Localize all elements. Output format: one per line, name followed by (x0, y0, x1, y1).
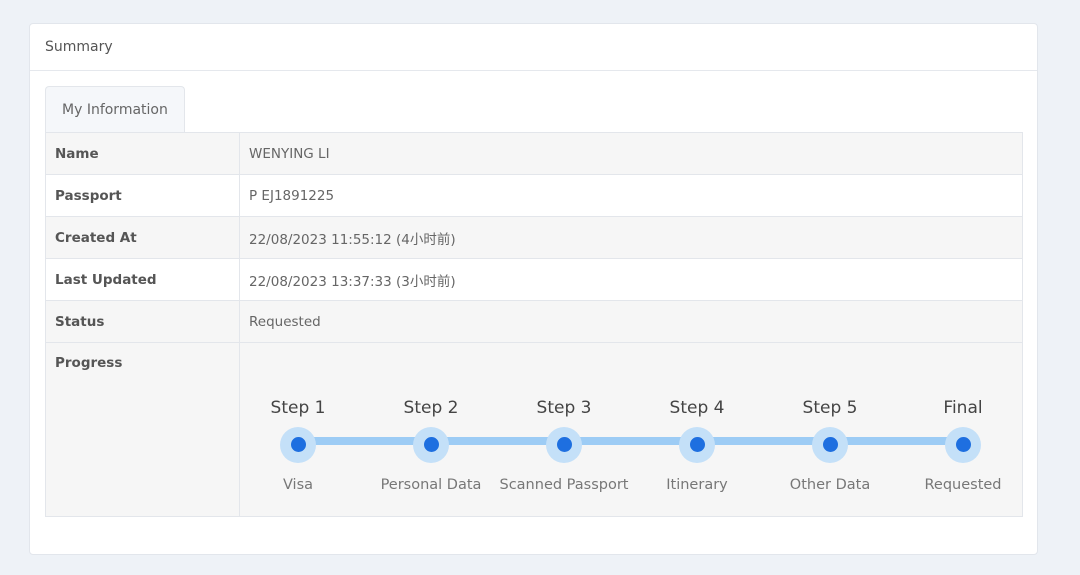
step-dot-icon[interactable] (413, 426, 449, 463)
step-description: Scanned Passport (499, 476, 629, 493)
step-title: Final (943, 397, 983, 418)
row-value-name: WENYING LI (239, 132, 1023, 175)
row-key: Progress (45, 342, 240, 517)
step-description: Other Data (789, 476, 871, 493)
table-row-created-at: Created At 22/08/2023 11:55:12 (4小时前) (45, 216, 1023, 259)
information-table: Name WENYING LI Passport P EJ1891225 Cre… (45, 132, 1023, 517)
step-description: Requested (924, 476, 1002, 493)
step-description: Personal Data (380, 476, 482, 493)
row-key: Status (45, 300, 240, 343)
step-dot-icon[interactable] (280, 426, 316, 463)
panel-heading: Summary (30, 24, 1037, 71)
step-dot-icon[interactable] (546, 426, 582, 463)
tab-bar: My Information (45, 86, 185, 132)
step-title: Step 5 (802, 397, 858, 418)
table-row-name: Name WENYING LI (45, 132, 1023, 175)
table-row-status: Status Requested (45, 300, 1023, 343)
row-value-status: Requested (239, 300, 1023, 343)
row-value-passport: P EJ1891225 (239, 174, 1023, 217)
step-title: Step 4 (669, 397, 725, 418)
row-key: Last Updated (45, 258, 240, 301)
step-title: Step 3 (536, 397, 592, 418)
step-title: Step 2 (403, 397, 459, 418)
row-value-last-updated: 22/08/2023 13:37:33 (3小时前) (239, 258, 1023, 301)
table-row-passport: Passport P EJ1891225 (45, 174, 1023, 217)
row-key: Name (45, 132, 240, 175)
progress-track (298, 436, 964, 445)
row-key: Created At (45, 216, 240, 259)
table-row-last-updated: Last Updated 22/08/2023 13:37:33 (3小时前) (45, 258, 1023, 301)
step-description: Itinerary (666, 476, 728, 493)
step-dot-icon[interactable] (679, 426, 715, 463)
progress-stepper: Step 1 Visa Step 2 Personal Data Step 3 … (240, 344, 1022, 516)
step-description: Visa (282, 476, 314, 493)
step-dot-icon[interactable] (945, 426, 981, 463)
summary-panel: Summary My Information Name WENYING LI P… (29, 23, 1038, 555)
tab-my-information[interactable]: My Information (45, 86, 185, 132)
table-row-progress: Progress Step 1 Visa Step 2 Personal Dat… (45, 342, 1023, 517)
row-key: Passport (45, 174, 240, 217)
step-title: Step 1 (270, 397, 326, 418)
step-dot-icon[interactable] (812, 426, 848, 463)
progress-cell: Step 1 Visa Step 2 Personal Data Step 3 … (239, 342, 1023, 517)
row-value-created-at: 22/08/2023 11:55:12 (4小时前) (239, 216, 1023, 259)
